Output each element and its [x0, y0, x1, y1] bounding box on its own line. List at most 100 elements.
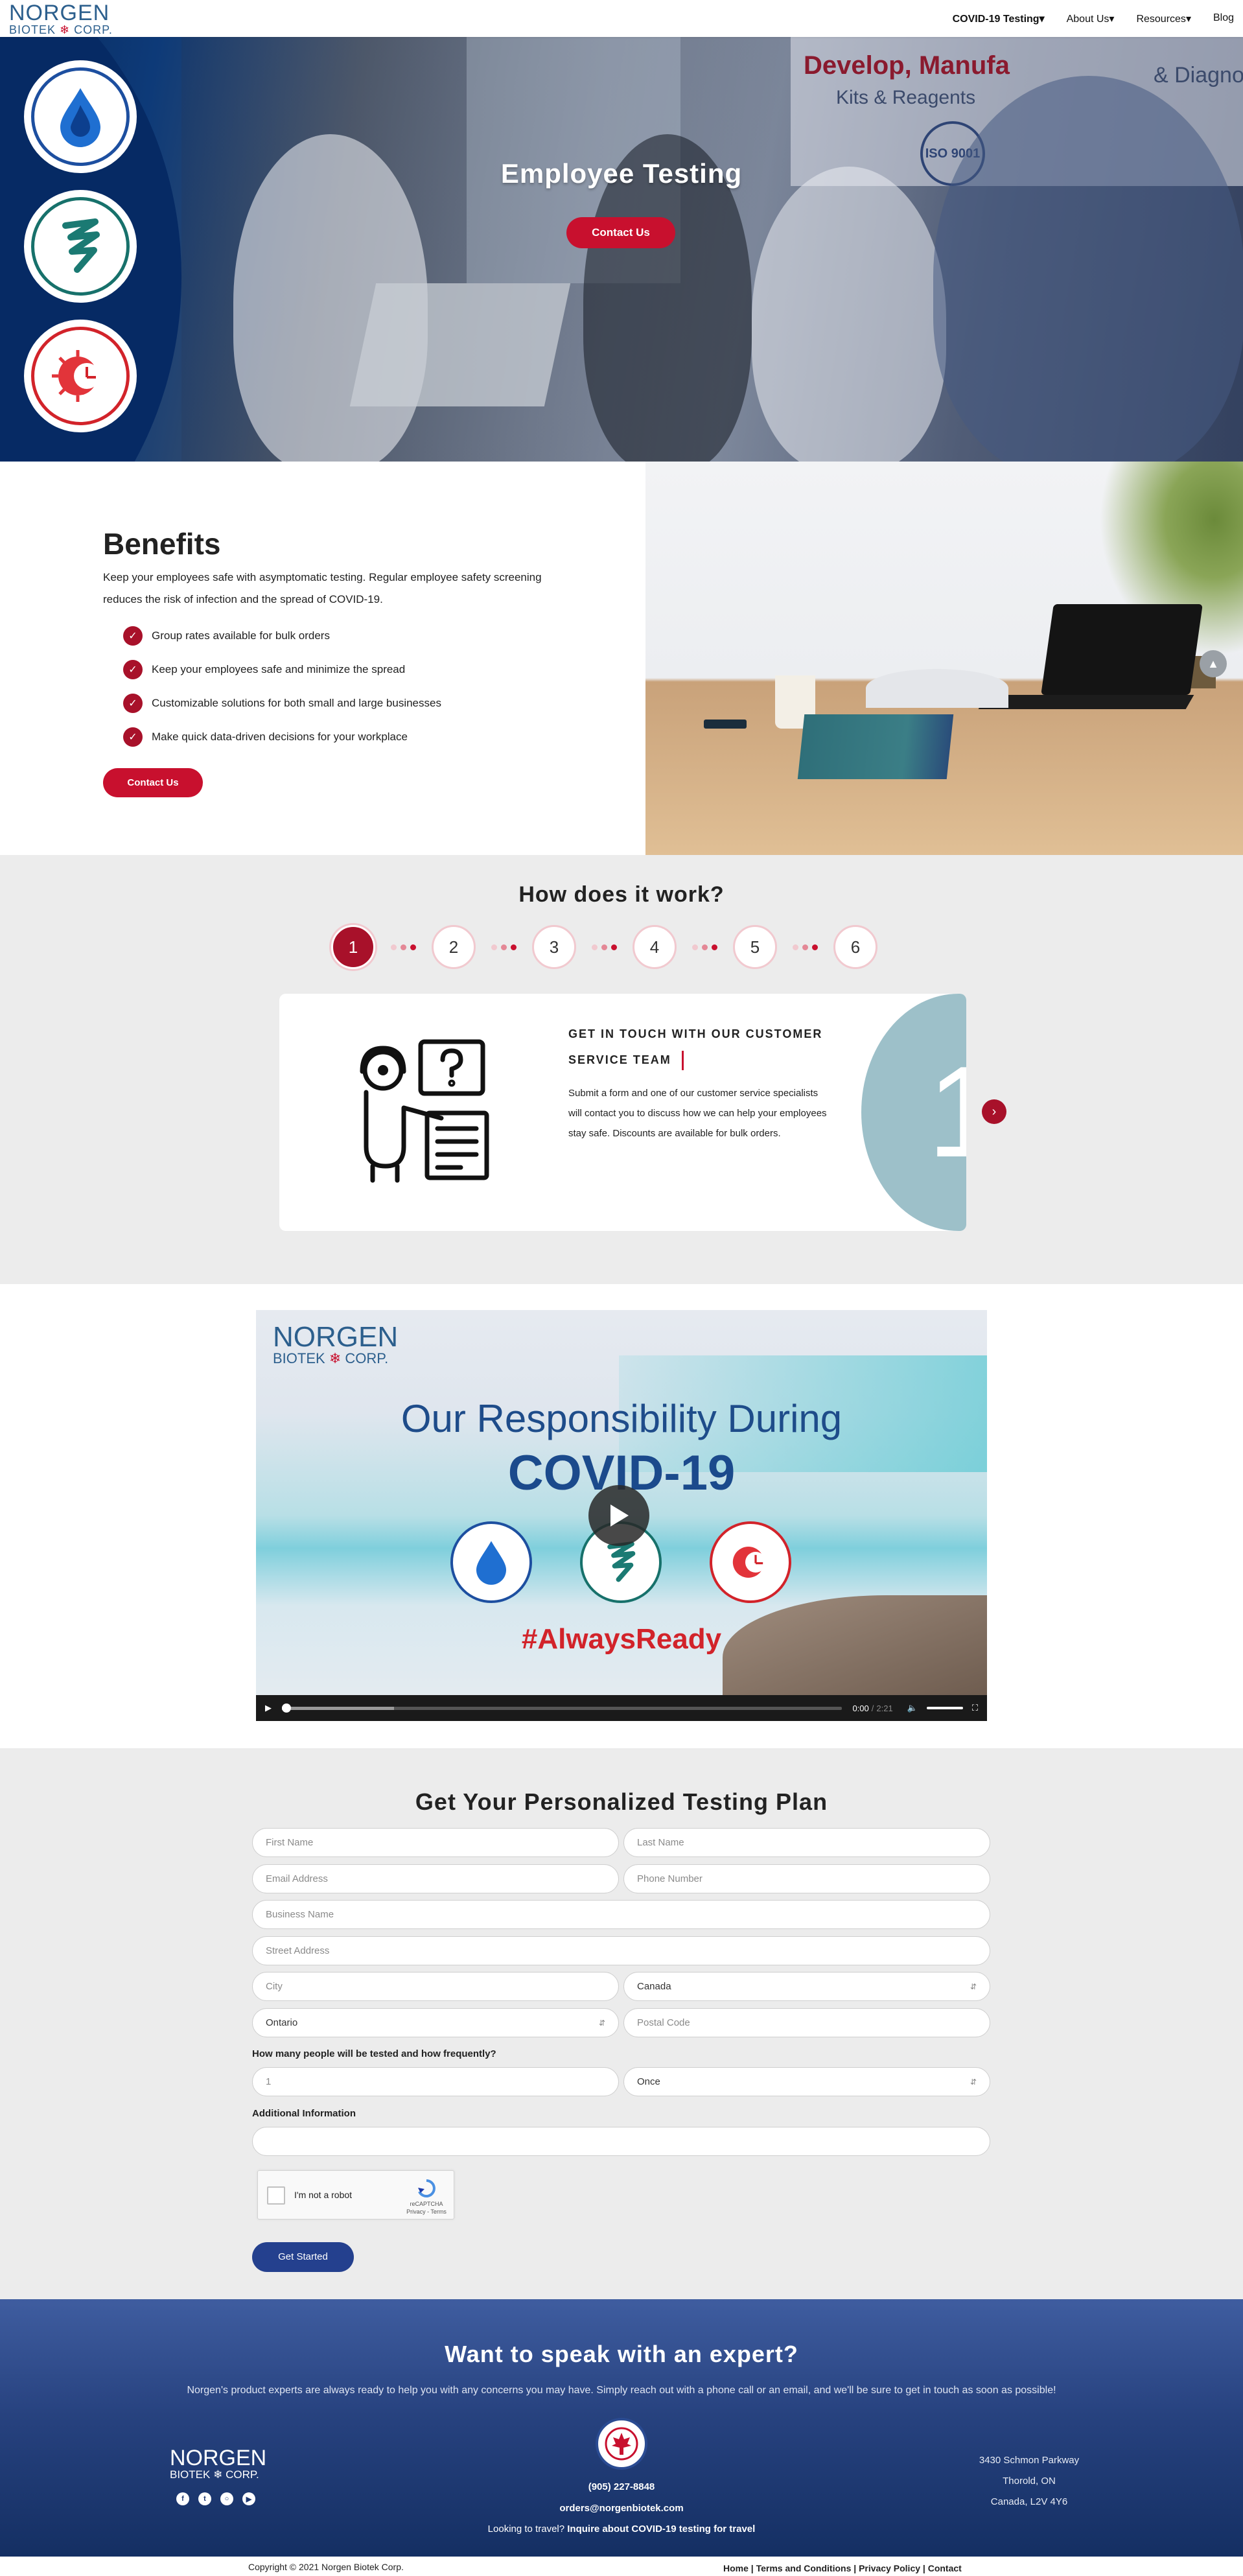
virus-clock-icon	[732, 1547, 766, 1578]
step-connector	[391, 944, 416, 950]
maple-leaf-icon: ❄	[213, 2468, 223, 2481]
footer-logo-wordmark: NORGEN	[170, 2446, 267, 2470]
step-3[interactable]: 3	[532, 925, 576, 969]
street-address-field[interactable]	[252, 1936, 990, 1965]
hero-contact-button[interactable]: Contact Us	[566, 217, 675, 248]
norgen-logo[interactable]: NORGEN BIOTEK ❄ CORP.	[9, 2, 113, 36]
maple-leaf-seal	[605, 2427, 638, 2461]
volume-slider[interactable]	[926, 1707, 963, 1709]
list-item: ✓ Group rates available for bulk orders	[123, 619, 441, 653]
recaptcha-label: I'm not a robot	[294, 2190, 353, 2200]
benefits-contact-button[interactable]: Contact Us	[103, 768, 203, 797]
recaptcha-checkbox[interactable]	[267, 2186, 285, 2205]
badge-droplet	[24, 60, 137, 173]
menu-item-about-us[interactable]: About Us▾	[1067, 12, 1115, 25]
sign-text-2: Kits & Reagents	[836, 87, 976, 108]
scroll-top-button[interactable]: ▲	[1200, 650, 1227, 677]
province-select[interactable]: Ontario ⇵	[252, 2008, 619, 2037]
email-field[interactable]	[252, 1864, 619, 1893]
step-indicator: 1 2 3 4 5 6	[331, 925, 877, 969]
postal-code-field[interactable]	[623, 2008, 990, 2037]
business-name-field[interactable]	[252, 1900, 990, 1929]
hero-person-right-man	[933, 76, 1243, 462]
first-name-field[interactable]	[252, 1828, 619, 1857]
footer-link-contact[interactable]: Contact	[928, 2563, 962, 2573]
menu-label: Resources	[1136, 13, 1186, 25]
badge-spiral	[24, 190, 137, 303]
frequency-select[interactable]: Once ⇵	[623, 2067, 990, 2096]
copyright: Copyright © 2021 Norgen Biotek Corp.	[248, 2562, 404, 2572]
checkmark-icon: ✓	[123, 727, 143, 747]
step-6[interactable]: 6	[833, 925, 877, 969]
list-item-text: Make quick data-driven decisions for you…	[152, 731, 408, 743]
volume-icon[interactable]: 🔈	[907, 1703, 918, 1713]
step-connector	[592, 944, 617, 950]
people-count-field[interactable]	[252, 2067, 619, 2096]
video-logo-subline: BIOTEK ❄ CORP.	[273, 1352, 398, 1366]
additional-info-field[interactable]	[252, 2127, 990, 2156]
logo-biotek: BIOTEK	[9, 23, 56, 36]
step-card-heading: GET IN TOUCH WITH OUR CUSTOMER SERVICE T…	[568, 1021, 841, 1073]
video-controls: ▶ 0:00 / 2:21 🔈 ⛶	[256, 1695, 987, 1721]
city-field[interactable]	[252, 1972, 619, 2001]
customer-service-icon	[360, 1039, 489, 1183]
video-section: NORGEN BIOTEK ❄ CORP. Our Responsibility…	[0, 1284, 1243, 1748]
list-item-text: Keep your employees safe and minimize th…	[152, 663, 406, 675]
caret-down-icon: ▾	[1109, 13, 1115, 25]
phone	[704, 720, 747, 729]
menu-label: Blog	[1213, 12, 1234, 23]
phone-field[interactable]	[623, 1864, 990, 1893]
video-scrubber[interactable]	[282, 1703, 291, 1713]
recaptcha-widget: I'm not a robot reCAPTCHA Privacy - Term…	[257, 2170, 454, 2219]
question-label: How many people will be tested and how f…	[252, 2048, 496, 2059]
footer-link-privacy[interactable]: Privacy Policy	[859, 2563, 920, 2573]
time-separator: /	[871, 1703, 874, 1713]
step-card-number: 1	[861, 994, 966, 1231]
video-play-button[interactable]	[588, 1485, 649, 1546]
step-4[interactable]: 4	[633, 925, 677, 969]
menu-item-resources[interactable]: Resources▾	[1136, 12, 1191, 25]
how-title: How does it work?	[518, 882, 725, 907]
get-started-button[interactable]: Get Started	[252, 2242, 354, 2272]
contact-title: Want to speak with an expert?	[445, 2341, 798, 2367]
list-item: ✓ Keep your employees safe and minimize t…	[123, 653, 441, 686]
footer-logo-corp: CORP.	[226, 2468, 259, 2481]
step-2[interactable]: 2	[432, 925, 476, 969]
next-step-button[interactable]: ›	[982, 1099, 1006, 1124]
select-arrows-icon: ⇵	[970, 2077, 977, 2087]
form-title: Get Your Personalized Testing Plan	[415, 1788, 828, 1815]
footer-logo[interactable]: NORGEN BIOTEK ❄ CORP.	[170, 2447, 266, 2480]
testing-plan-form-section: Get Your Personalized Testing Plan	[0, 1748, 1243, 2299]
country-select[interactable]: Canada ⇵	[623, 1972, 990, 2001]
benefits-section: Benefits Keep your employees safe with a…	[0, 462, 1243, 855]
recaptcha-terms-link[interactable]: Privacy - Terms	[406, 2208, 447, 2216]
scroll-top-icon: ▲	[1207, 657, 1219, 670]
step-1[interactable]: 1	[331, 925, 375, 969]
hero-laptop	[349, 283, 571, 406]
step-5[interactable]: 5	[733, 925, 777, 969]
video-logo-corp: CORP.	[345, 1350, 389, 1366]
hero-banner: Develop, Manufa Kits & Reagents & Diagno…	[0, 37, 1243, 462]
laptop-base	[978, 695, 1194, 709]
footer-link-home[interactable]: Home	[723, 2563, 749, 2573]
video-progress-bar[interactable]	[282, 1703, 842, 1713]
travel-testing-link[interactable]: Inquire about COVID-19 testing for trave…	[567, 2523, 755, 2535]
control-play-icon[interactable]: ▶	[265, 1703, 272, 1713]
test-kit-box	[797, 714, 954, 779]
video-badge-droplet	[450, 1521, 532, 1603]
video-logo-wordmark: NORGEN	[273, 1321, 399, 1353]
video-player[interactable]: NORGEN BIOTEK ❄ CORP. Our Responsibility…	[256, 1310, 987, 1721]
hero-title: Employee Testing	[500, 158, 743, 189]
badge-ring	[31, 197, 130, 296]
benefits-photo	[645, 462, 1243, 855]
desk-lamp	[866, 669, 1008, 708]
footer-link-terms[interactable]: Terms and Conditions	[756, 2563, 852, 2573]
main-menu: COVID-19 Testing▾ About Us▾ Resources▾ B…	[953, 12, 1234, 25]
menu-item-covid-testing[interactable]: COVID-19 Testing▾	[953, 12, 1045, 25]
last-name-field[interactable]	[623, 1828, 990, 1857]
menu-item-blog[interactable]: Blog	[1213, 12, 1234, 25]
checkmark-icon: ✓	[123, 626, 143, 646]
badge-ring	[31, 67, 130, 166]
fullscreen-icon[interactable]: ⛶	[972, 1703, 978, 1713]
travel-prefix: Looking to travel?	[487, 2523, 565, 2535]
